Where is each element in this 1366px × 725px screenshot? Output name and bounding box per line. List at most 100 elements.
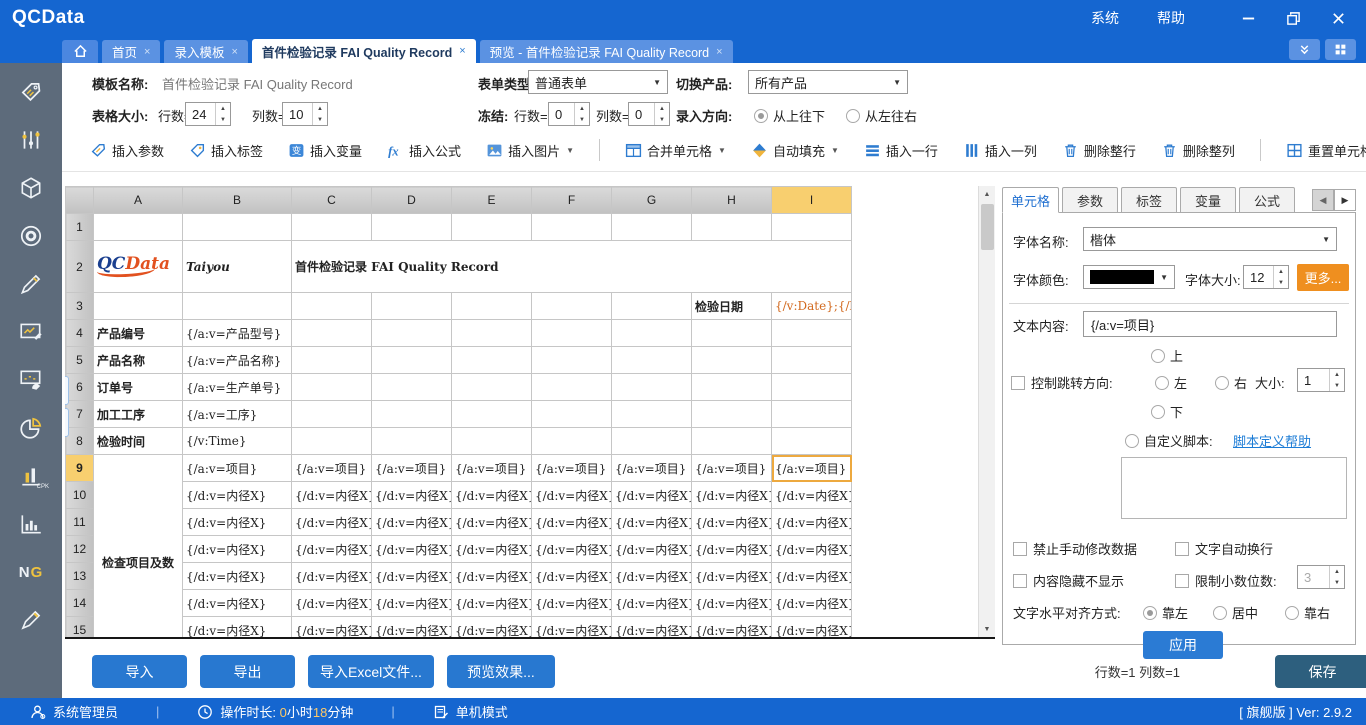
grid-cell[interactable]: {/d:v=内径X}	[612, 563, 692, 590]
date-label-cell[interactable]: 检验日期	[692, 293, 772, 320]
select-all-corner[interactable]	[66, 187, 94, 214]
sidebar-item-ng[interactable]: NG	[17, 559, 45, 585]
chevron-down-icon[interactable]: ▼	[718, 146, 726, 155]
text-content-input[interactable]: {/a:v=项目}	[1083, 311, 1337, 337]
insert-column-button[interactable]: 插入一列	[963, 141, 1037, 160]
grid-cell[interactable]	[94, 293, 183, 320]
jump-size-spinner[interactable]: 1 ▲▼	[1297, 368, 1345, 392]
minimize-button[interactable]	[1241, 11, 1256, 26]
grid-cell[interactable]: {/d:v=内径X}	[532, 617, 612, 640]
export-button[interactable]: 导出	[200, 655, 295, 688]
insert-label-button[interactable]: 插入标签	[189, 141, 263, 160]
grid-cell[interactable]: {/d:v=内径X}	[183, 536, 292, 563]
jump-down-radio[interactable]: 下	[1151, 402, 1183, 421]
grid-cell[interactable]	[772, 401, 852, 428]
grid-cell[interactable]	[292, 374, 372, 401]
grid-cell[interactable]: {/d:v=内径X}	[532, 536, 612, 563]
grid-cell[interactable]: {/d:v=内径X}	[372, 482, 452, 509]
date-template-cell[interactable]: {/v:Date};{/b	[772, 293, 852, 320]
col-count-spinner[interactable]: 10 ▲▼	[282, 102, 328, 126]
sidebar-item-tools[interactable]	[17, 607, 45, 633]
expand-panel-handle[interactable]: >	[65, 376, 69, 405]
grid-cell[interactable]: {/d:v=内径X}	[183, 617, 292, 640]
chevron-down-icon[interactable]: ▼	[566, 146, 574, 155]
grid-cell[interactable]: {/d:v=内径X}	[612, 536, 692, 563]
font-color-select[interactable]: ▼	[1083, 265, 1175, 289]
align-right-radio[interactable]: 靠右	[1285, 603, 1330, 622]
more-button[interactable]: 更多...	[1297, 264, 1349, 291]
grid-cell[interactable]	[772, 374, 852, 401]
preview-button[interactable]: 预览效果...	[447, 655, 555, 688]
tab-close-icon[interactable]: ×	[144, 46, 150, 58]
save-button[interactable]: 保存	[1275, 655, 1366, 688]
grid-cell[interactable]	[452, 214, 532, 241]
sidebar-item-pie-analysis[interactable]	[17, 415, 45, 441]
field-template-cell[interactable]: {/v:Time}	[183, 428, 292, 455]
grid-cell[interactable]	[692, 374, 772, 401]
menu-help[interactable]: 帮助	[1157, 8, 1185, 28]
company-logo-cell[interactable]: QCData	[94, 241, 183, 293]
grid-cell[interactable]	[772, 320, 852, 347]
grid-cell[interactable]: {/d:v=内径X}	[292, 509, 372, 536]
sidebar-item-labels[interactable]	[17, 79, 45, 105]
grid-cell[interactable]: {/d:v=内径X}	[772, 509, 852, 536]
grid-cell[interactable]: {/d:v=内径X}	[292, 536, 372, 563]
sidebar-item-edit[interactable]	[17, 271, 45, 297]
collapse-panel-handle[interactable]: <	[65, 408, 69, 437]
grid-cell[interactable]	[372, 320, 452, 347]
grid-cell[interactable]: {/d:v=内径X}	[452, 617, 532, 640]
merge-cells-button[interactable]: 合并单元格▼	[625, 141, 726, 160]
grid-cell[interactable]: {/d:v=内径X}	[772, 590, 852, 617]
form-type-select[interactable]: 普通表单 ▼	[528, 70, 668, 94]
scroll-up-icon[interactable]: ▲	[979, 186, 995, 202]
row-header-7[interactable]: 7	[66, 401, 94, 428]
font-size-spinner[interactable]: 12 ▲▼	[1243, 265, 1289, 289]
delete-row-button[interactable]: 删除整行	[1062, 141, 1136, 160]
grid-cell[interactable]: {/d:v=内径X}	[372, 509, 452, 536]
grid-cell[interactable]	[692, 320, 772, 347]
grid-cell[interactable]	[452, 293, 532, 320]
tab-item[interactable]: 首页×	[102, 40, 160, 63]
grid-cell[interactable]: {/d:v=内径X}	[772, 482, 852, 509]
row-header-10[interactable]: 10	[66, 482, 94, 509]
decimal-limit-checkbox[interactable]: 限制小数位数:	[1175, 571, 1277, 590]
import-button[interactable]: 导入	[92, 655, 187, 688]
row-header-12[interactable]: 12	[66, 536, 94, 563]
grid-cell[interactable]: {/d:v=内径X}	[452, 590, 532, 617]
grid-cell[interactable]: {/d:v=内径X}	[612, 617, 692, 640]
grid-cell[interactable]: {/d:v=内径X}	[692, 536, 772, 563]
grid-cell[interactable]: {/d:v=内径X}	[692, 509, 772, 536]
chevron-down-icon[interactable]: ▼	[831, 146, 839, 155]
grid-cell[interactable]	[772, 214, 852, 241]
tab-item[interactable]: 录入模板×	[164, 40, 247, 63]
grid-cell[interactable]: {/d:v=内径X}	[692, 590, 772, 617]
row-header-13[interactable]: 13	[66, 563, 94, 590]
grid-cell[interactable]: {/d:v=内径X}	[532, 509, 612, 536]
grid-cell[interactable]: {/d:v=内径X}	[532, 563, 612, 590]
grid-cell[interactable]	[532, 320, 612, 347]
script-textarea[interactable]	[1121, 457, 1347, 519]
hide-content-checkbox[interactable]: 内容隐藏不显示	[1013, 571, 1124, 590]
grid-cell[interactable]: {/a:v=项目}	[372, 455, 452, 482]
grid-cell[interactable]	[532, 374, 612, 401]
tab-close-icon[interactable]: ×	[716, 46, 722, 58]
grid-cell[interactable]: {/d:v=内径X}	[292, 563, 372, 590]
apply-button[interactable]: 应用	[1143, 631, 1223, 659]
tab-list-button[interactable]	[1325, 39, 1356, 60]
spinner-arrows[interactable]: ▲▼	[312, 103, 327, 125]
grid-cell[interactable]: {/d:v=内径X}	[692, 563, 772, 590]
field-template-cell[interactable]: {/a:v=产品名称}	[183, 347, 292, 374]
tab-close-icon[interactable]: ×	[459, 45, 465, 57]
grid-cell[interactable]: {/d:v=内径X}	[183, 590, 292, 617]
grid-cell[interactable]	[692, 347, 772, 374]
menu-system[interactable]: 系统	[1091, 8, 1119, 28]
sidebar-item-products[interactable]	[17, 175, 45, 201]
grid-cell[interactable]: {/d:v=内径X}	[612, 482, 692, 509]
vertical-scrollbar[interactable]: ▲ ▼	[978, 186, 995, 637]
switch-product-select[interactable]: 所有产品 ▼	[748, 70, 908, 94]
insert-formula-button[interactable]: 插入公式	[387, 141, 461, 160]
custom-script-radio[interactable]: 自定义脚本:	[1125, 431, 1213, 450]
grid-cell[interactable]	[532, 401, 612, 428]
row-header-2[interactable]: 2	[66, 241, 94, 293]
column-header-H[interactable]: H	[692, 187, 772, 214]
